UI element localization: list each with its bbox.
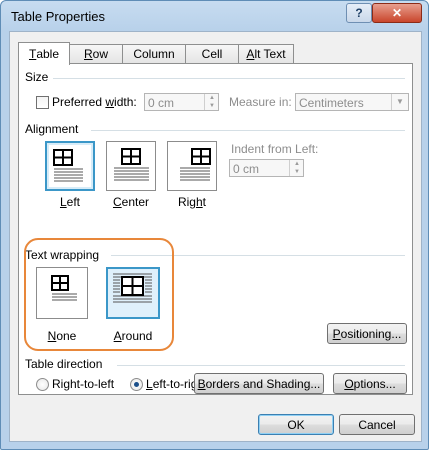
align-left-icon: [53, 149, 83, 182]
align-center-option[interactable]: [106, 141, 156, 191]
tab-cell-label: Cell: [201, 47, 223, 61]
table-tab-panel: Size Preferred width: 0 cm ▲ ▼ Measure in…: [18, 63, 413, 395]
preferred-width-label-a: Preferred: [52, 95, 106, 109]
dialog-title: Table Properties: [11, 9, 105, 24]
text-wrapping-divider: [111, 255, 405, 256]
align-center-label: Center: [106, 195, 156, 209]
wrap-around-option[interactable]: [106, 267, 160, 319]
wrap-none-label: None: [36, 329, 88, 343]
measure-in-value: Centimeters: [299, 96, 364, 110]
table-direction-section-label: Table direction: [25, 357, 103, 371]
align-right-text-b: t: [202, 195, 207, 209]
wrap-around-icon: [113, 273, 152, 303]
align-left-label: Left: [45, 195, 95, 209]
alignment-divider: [91, 130, 405, 131]
close-button[interactable]: ✕: [372, 3, 422, 23]
align-right-label: Right: [167, 195, 217, 209]
tab-alt-text-accel: A: [246, 47, 255, 61]
wrap-around-accel: A: [113, 329, 122, 343]
align-left-accel: L: [59, 195, 67, 209]
preferred-width-checkbox[interactable]: [36, 96, 49, 109]
tab-column[interactable]: Column: [122, 44, 186, 63]
wrap-none-option[interactable]: [36, 267, 88, 319]
options-accel: O: [344, 376, 354, 391]
borders-accel: B: [197, 376, 206, 391]
positioning-button[interactable]: Positioning...: [327, 323, 407, 344]
measure-in-label: Measure in:: [229, 95, 292, 109]
borders-label: orders and Shading...: [205, 376, 321, 391]
alignment-section-label: Alignment: [25, 122, 79, 136]
wrap-around-label: Around: [106, 329, 160, 343]
align-center-accel: C: [112, 195, 122, 209]
dialog-window: Table Properties ? ✕ Table Row Column Ce…: [0, 0, 429, 450]
align-left-option[interactable]: [45, 141, 95, 191]
positioning-label: ositioning...: [340, 326, 402, 341]
tab-alt-text[interactable]: Alt Text: [238, 44, 294, 63]
size-section-label: Size: [25, 70, 49, 84]
spin-down-icon[interactable]: ▼: [205, 102, 219, 110]
tab-column-label: Column: [133, 47, 175, 61]
tab-row[interactable]: Row: [69, 44, 123, 63]
align-left-text: eft: [66, 195, 81, 209]
preferred-width-spinner[interactable]: ▲ ▼: [204, 94, 219, 110]
cancel-button[interactable]: Cancel: [339, 414, 415, 435]
tab-table[interactable]: Table: [18, 42, 70, 65]
spin-up-icon[interactable]: ▲: [290, 160, 304, 168]
text-wrapping-section-label: Text wrapping: [25, 248, 100, 262]
tab-alt-text-label: lt Text: [254, 47, 286, 61]
tab-table-label: able: [36, 47, 60, 61]
align-center-icon: [114, 148, 149, 181]
ok-button[interactable]: OK: [258, 414, 334, 435]
measure-in-select[interactable]: Centimeters ▼: [295, 93, 409, 111]
table-direction-divider: [117, 365, 405, 366]
align-right-option[interactable]: [167, 141, 217, 191]
align-center-text: enter: [121, 195, 150, 209]
spin-down-icon[interactable]: ▼: [290, 168, 304, 176]
wrap-none-accel: N: [47, 329, 57, 343]
ltr-accel: L: [146, 377, 153, 391]
options-label: ptions...: [353, 376, 396, 391]
indent-from-left-label: Indent from Left:: [231, 142, 319, 156]
spin-up-icon[interactable]: ▲: [205, 94, 219, 102]
align-right-text-a: Rig: [177, 195, 196, 209]
indent-spinner[interactable]: ▲ ▼: [289, 160, 304, 176]
wrap-none-icon: [51, 275, 77, 301]
positioning-accel: P: [332, 326, 341, 341]
options-button[interactable]: Options...: [333, 373, 407, 394]
tab-row-label: ow: [92, 47, 108, 61]
help-button[interactable]: ?: [346, 3, 372, 23]
tab-table-accel: T: [28, 47, 37, 61]
preferred-width-label: Preferred width:: [52, 95, 137, 109]
tab-cell[interactable]: Cell: [185, 44, 239, 63]
align-right-icon: [180, 148, 211, 181]
preferred-width-accel: w: [105, 95, 115, 109]
wrap-around-text: round: [121, 329, 153, 343]
chevron-down-icon[interactable]: ▼: [391, 94, 408, 110]
borders-and-shading-button[interactable]: Borders and Shading...: [194, 373, 324, 394]
rtl-radio[interactable]: [36, 378, 49, 391]
tab-row-accel: R: [83, 47, 93, 61]
preferred-width-label-b: idth:: [114, 95, 137, 109]
wrap-none-text: one: [56, 329, 77, 343]
dialog-client: Table Row Column Cell Alt Text Size Pref…: [9, 31, 422, 442]
ltr-radio[interactable]: [130, 378, 143, 391]
rtl-label: Right-to-left: [52, 377, 115, 391]
size-divider: [53, 78, 405, 79]
align-right-accel: h: [195, 195, 203, 209]
